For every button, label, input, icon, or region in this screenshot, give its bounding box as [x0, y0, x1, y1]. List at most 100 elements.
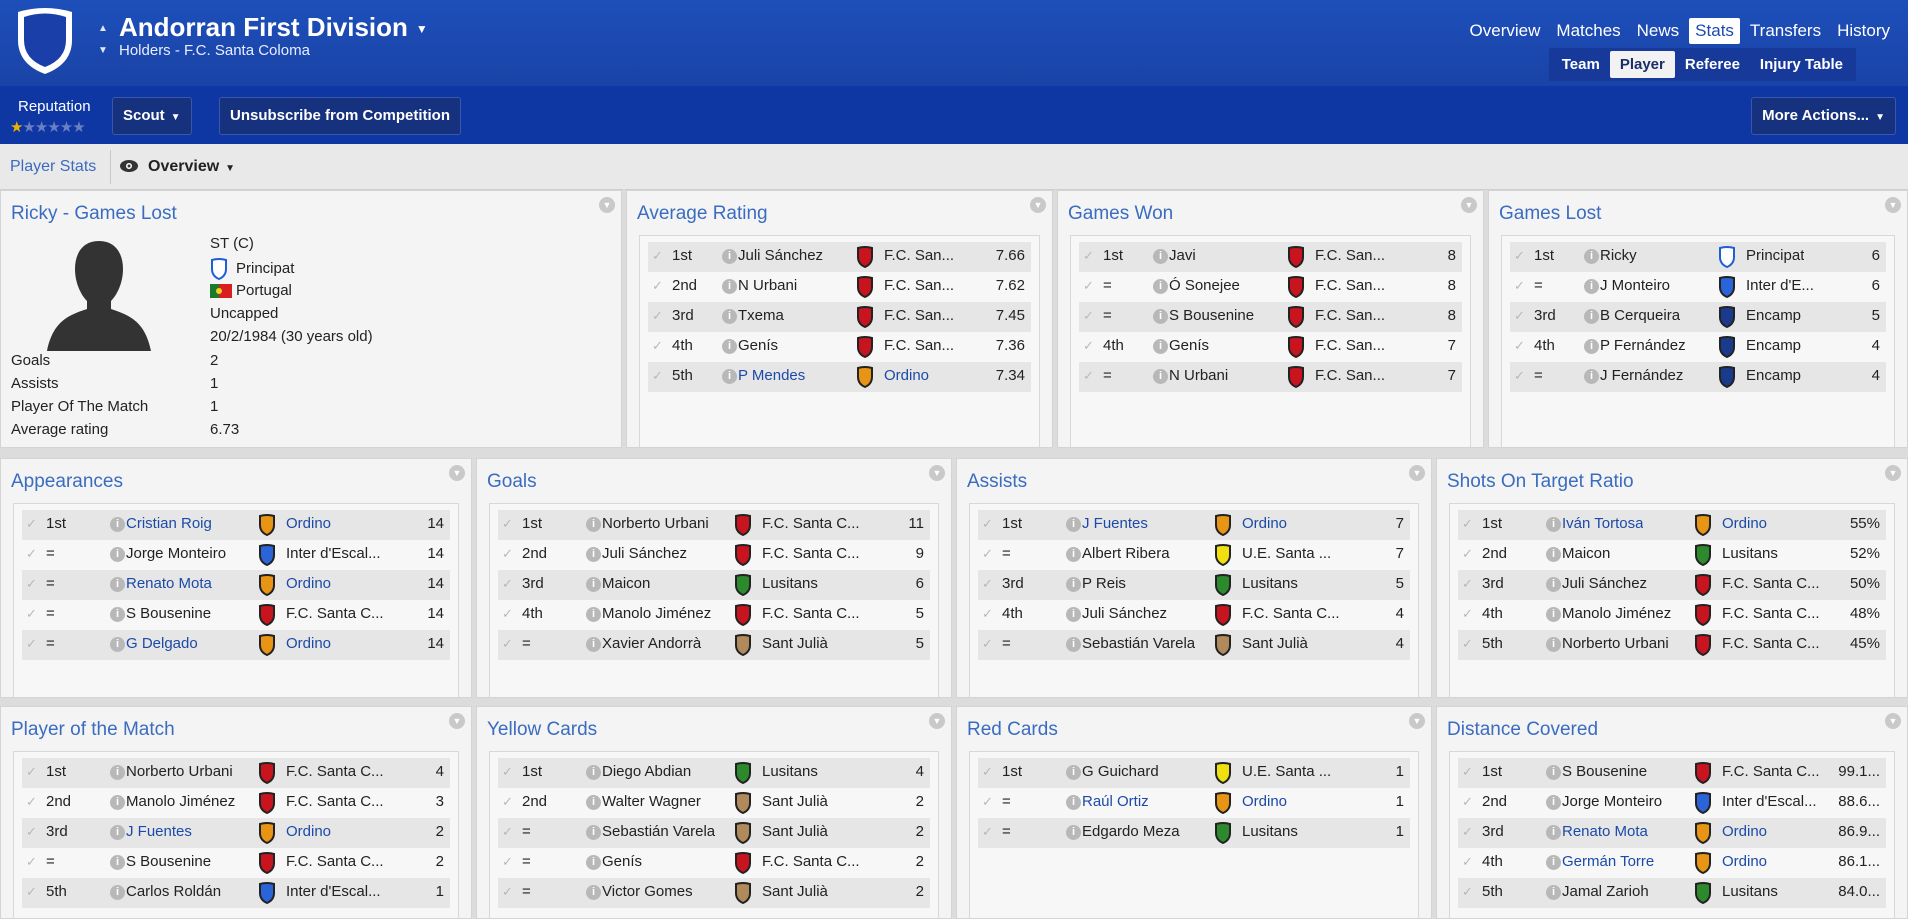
club-name[interactable]: Sant Julià: [762, 818, 828, 846]
player-name[interactable]: J Fuentes: [1082, 510, 1148, 538]
competition-switch-arrows[interactable]: ▲ ▼: [98, 18, 108, 62]
club-name[interactable]: Lusitans: [1242, 818, 1298, 846]
player-name[interactable]: Sebastián Varela: [602, 818, 715, 846]
info-icon[interactable]: i: [1546, 885, 1561, 900]
player-name[interactable]: Manolo Jiménez: [126, 788, 235, 816]
info-icon[interactable]: i: [586, 855, 601, 870]
table-row[interactable]: ✓ 2nd i Maicon Lusitans 52%: [1458, 540, 1886, 570]
panel-menu-icon[interactable]: ▼: [449, 465, 465, 481]
club-name[interactable]: F.C. Santa C...: [1722, 600, 1820, 628]
player-name[interactable]: Maicon: [1562, 540, 1610, 568]
info-icon[interactable]: i: [722, 309, 737, 324]
nav-matches[interactable]: Matches: [1550, 18, 1626, 44]
panel-menu-icon[interactable]: ▼: [929, 465, 945, 481]
player-name[interactable]: Iván Tortosa: [1562, 510, 1643, 538]
player-name[interactable]: N Urbani: [1169, 362, 1228, 390]
nav-transfers[interactable]: Transfers: [1744, 18, 1827, 44]
table-row[interactable]: ✓ = i Genís F.C. Santa C... 2: [498, 848, 930, 878]
table-row[interactable]: ✓ 1st i Iván Tortosa Ordino 55%: [1458, 510, 1886, 540]
player-name[interactable]: Jamal Zarioh: [1562, 878, 1649, 906]
info-icon[interactable]: i: [1066, 765, 1081, 780]
info-icon[interactable]: i: [1546, 795, 1561, 810]
table-row[interactable]: ✓ 2nd i Juli Sánchez F.C. Santa C... 9: [498, 540, 930, 570]
info-icon[interactable]: i: [1546, 637, 1561, 652]
player-name[interactable]: Norberto Urbani: [1562, 630, 1669, 658]
info-icon[interactable]: i: [110, 517, 125, 532]
table-row[interactable]: ✓ 5th i Norberto Urbani F.C. Santa C... 45%: [1458, 630, 1886, 660]
info-icon[interactable]: i: [586, 765, 601, 780]
club-name[interactable]: Inter d'Escal...: [286, 540, 381, 568]
table-row[interactable]: ✓ = i S Bousenine F.C. San... 8: [1079, 302, 1462, 332]
table-row[interactable]: ✓ 3rd i Renato Mota Ordino 86.9...: [1458, 818, 1886, 848]
subnav-injury-table[interactable]: Injury Table: [1750, 51, 1853, 78]
table-row[interactable]: ✓ = i Sebastián Varela Sant Julià 2: [498, 818, 930, 848]
club-name[interactable]: Ordino: [286, 630, 331, 658]
player-name[interactable]: Walter Wagner: [602, 788, 701, 816]
panel-menu-icon[interactable]: ▼: [599, 197, 615, 213]
player-name[interactable]: B Cerqueira: [1600, 302, 1680, 330]
table-row[interactable]: ✓ = i Ó Sonejee F.C. San... 8: [1079, 272, 1462, 302]
info-icon[interactable]: i: [1066, 795, 1081, 810]
player-name[interactable]: P Mendes: [738, 362, 805, 390]
table-row[interactable]: ✓ 1st i Norberto Urbani F.C. Santa C... 11: [498, 510, 930, 540]
club-name[interactable]: F.C. San...: [1315, 362, 1385, 390]
panel-menu-icon[interactable]: ▼: [1409, 713, 1425, 729]
club-name[interactable]: Lusitans: [1242, 570, 1298, 598]
table-row[interactable]: ✓ = i N Urbani F.C. San... 7: [1079, 362, 1462, 392]
player-name[interactable]: S Bousenine: [1169, 302, 1254, 330]
table-row[interactable]: ✓ 1st i Cristian Roig Ordino 14: [22, 510, 450, 540]
table-row[interactable]: ✓ 1st i Norberto Urbani F.C. Santa C... 4: [22, 758, 450, 788]
table-row[interactable]: ✓ 2nd i Walter Wagner Sant Julià 2: [498, 788, 930, 818]
panel-title[interactable]: Average Rating: [637, 203, 768, 225]
panel-title[interactable]: Red Cards: [967, 719, 1058, 741]
club-name[interactable]: Sant Julià: [1242, 630, 1308, 658]
table-row[interactable]: ✓ 2nd i N Urbani F.C. San... 7.62: [648, 272, 1031, 302]
player-name[interactable]: Manolo Jiménez: [602, 600, 711, 628]
player-name[interactable]: Carlos Roldán: [126, 878, 221, 906]
info-icon[interactable]: i: [1584, 339, 1599, 354]
info-icon[interactable]: i: [722, 279, 737, 294]
info-icon[interactable]: i: [1153, 309, 1168, 324]
club-name[interactable]: Lusitans: [762, 758, 818, 786]
table-row[interactable]: ✓ 3rd i Txema F.C. San... 7.45: [648, 302, 1031, 332]
table-row[interactable]: ✓ 3rd i Maicon Lusitans 6: [498, 570, 930, 600]
club-name[interactable]: U.E. Santa ...: [1242, 758, 1331, 786]
table-row[interactable]: ✓ 4th i Manolo Jiménez F.C. Santa C... 48%: [1458, 600, 1886, 630]
competition-title[interactable]: Andorran First Division ▼: [119, 12, 428, 43]
info-icon[interactable]: i: [1153, 339, 1168, 354]
info-icon[interactable]: i: [1546, 577, 1561, 592]
table-row[interactable]: ✓ 3rd i B Cerqueira Encamp 5: [1510, 302, 1886, 332]
club-name[interactable]: F.C. Santa C...: [286, 758, 384, 786]
club-name[interactable]: Ordino: [1722, 510, 1767, 538]
panel-title[interactable]: Yellow Cards: [487, 719, 597, 741]
info-icon[interactable]: i: [586, 637, 601, 652]
info-icon[interactable]: i: [722, 369, 737, 384]
club-name[interactable]: Encamp: [1746, 362, 1801, 390]
player-stats-label[interactable]: Player Stats: [10, 158, 96, 176]
player-name[interactable]: Xavier Andorrà: [602, 630, 701, 658]
table-row[interactable]: ✓ 5th i P Mendes Ordino 7.34: [648, 362, 1031, 392]
panel-title[interactable]: Shots On Target Ratio: [1447, 471, 1634, 493]
info-icon[interactable]: i: [586, 607, 601, 622]
club-name[interactable]: F.C. Santa C...: [286, 788, 384, 816]
info-icon[interactable]: i: [110, 795, 125, 810]
panel-title[interactable]: Player of the Match: [11, 719, 175, 741]
table-row[interactable]: ✓ 4th i Juli Sánchez F.C. Santa C... 4: [978, 600, 1410, 630]
club-name[interactable]: Lusitans: [762, 570, 818, 598]
panel-menu-icon[interactable]: ▼: [1461, 197, 1477, 213]
info-icon[interactable]: i: [1153, 369, 1168, 384]
info-icon[interactable]: i: [586, 885, 601, 900]
info-icon[interactable]: i: [110, 765, 125, 780]
info-icon[interactable]: i: [110, 855, 125, 870]
info-icon[interactable]: i: [1066, 637, 1081, 652]
table-row[interactable]: ✓ 3rd i J Fuentes Ordino 2: [22, 818, 450, 848]
info-icon[interactable]: i: [1584, 309, 1599, 324]
table-row[interactable]: ✓ 4th i P Fernández Encamp 4: [1510, 332, 1886, 362]
club-name[interactable]: Ordino: [1242, 788, 1287, 816]
info-icon[interactable]: i: [586, 577, 601, 592]
club-name[interactable]: Sant Julià: [762, 630, 828, 658]
info-icon[interactable]: i: [1066, 547, 1081, 562]
unsubscribe-button[interactable]: Unsubscribe from Competition: [219, 97, 462, 135]
table-row[interactable]: ✓ = i Victor Gomes Sant Julià 2: [498, 878, 930, 908]
table-row[interactable]: ✓ 1st i G Guichard U.E. Santa ... 1: [978, 758, 1410, 788]
